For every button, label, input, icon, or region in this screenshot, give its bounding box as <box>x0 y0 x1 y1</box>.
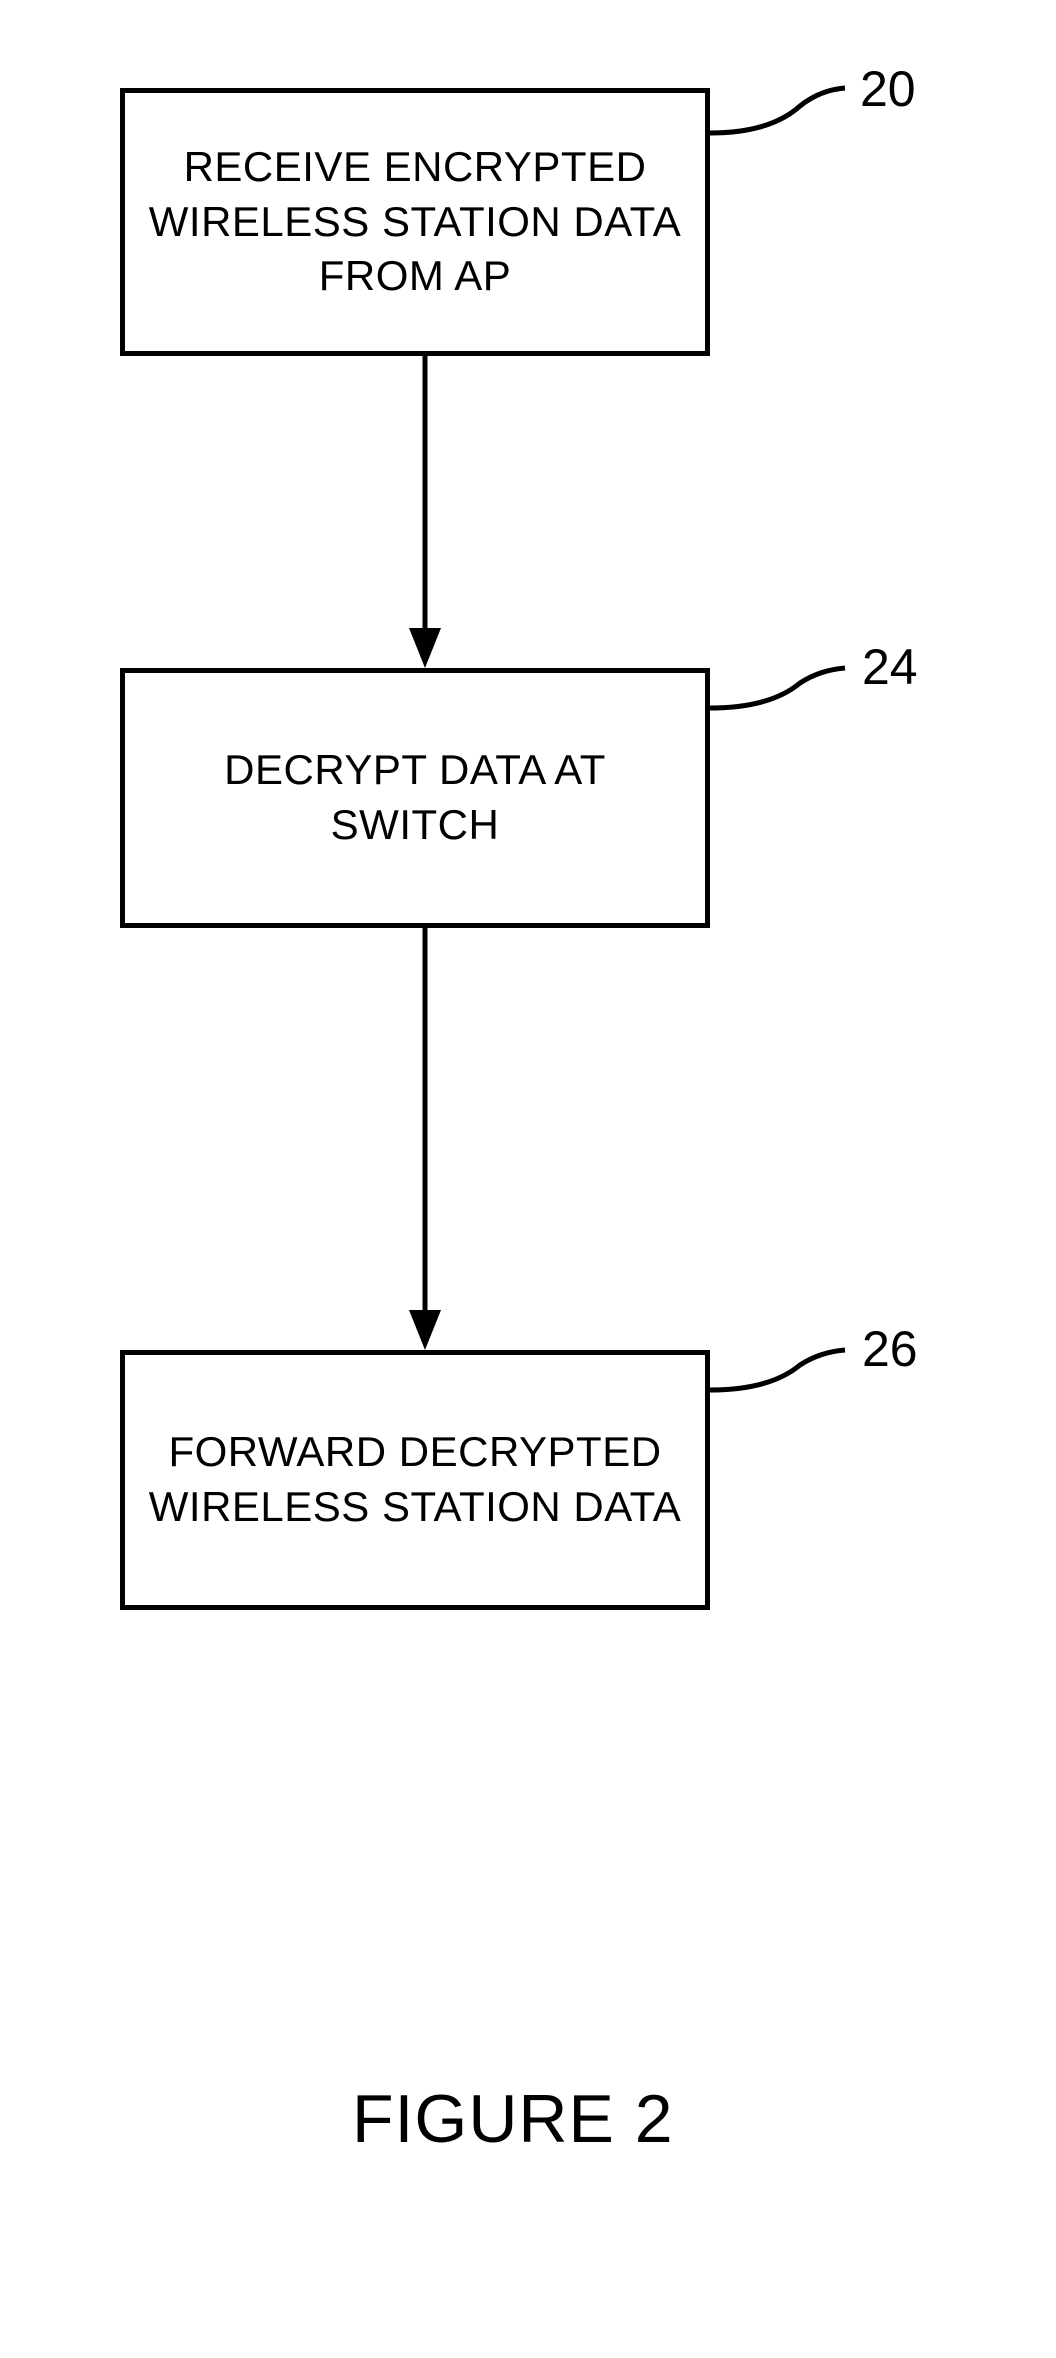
callout-line-26 <box>710 1350 860 1470</box>
flow-step-2-text: DECRYPT DATA AT SWITCH <box>135 743 695 852</box>
label-20: 20 <box>860 60 916 118</box>
flow-step-3: FORWARD DECRYPTED WIRELESS STATION DATA <box>120 1350 710 1610</box>
flow-step-1-text: RECEIVE ENCRYPTED WIRELESS STATION DATA … <box>135 140 695 304</box>
label-24: 24 <box>862 638 918 696</box>
flow-step-2: DECRYPT DATA AT SWITCH <box>120 668 710 928</box>
flow-step-3-text: FORWARD DECRYPTED WIRELESS STATION DATA <box>135 1425 695 1534</box>
flow-step-1: RECEIVE ENCRYPTED WIRELESS STATION DATA … <box>120 88 710 356</box>
callout-line-20 <box>710 88 860 208</box>
label-26: 26 <box>862 1320 918 1378</box>
arrow-2-to-3 <box>405 928 445 1350</box>
callout-line-24 <box>710 668 860 788</box>
arrow-1-to-2 <box>405 356 445 668</box>
figure-caption: FIGURE 2 <box>352 2080 674 2158</box>
